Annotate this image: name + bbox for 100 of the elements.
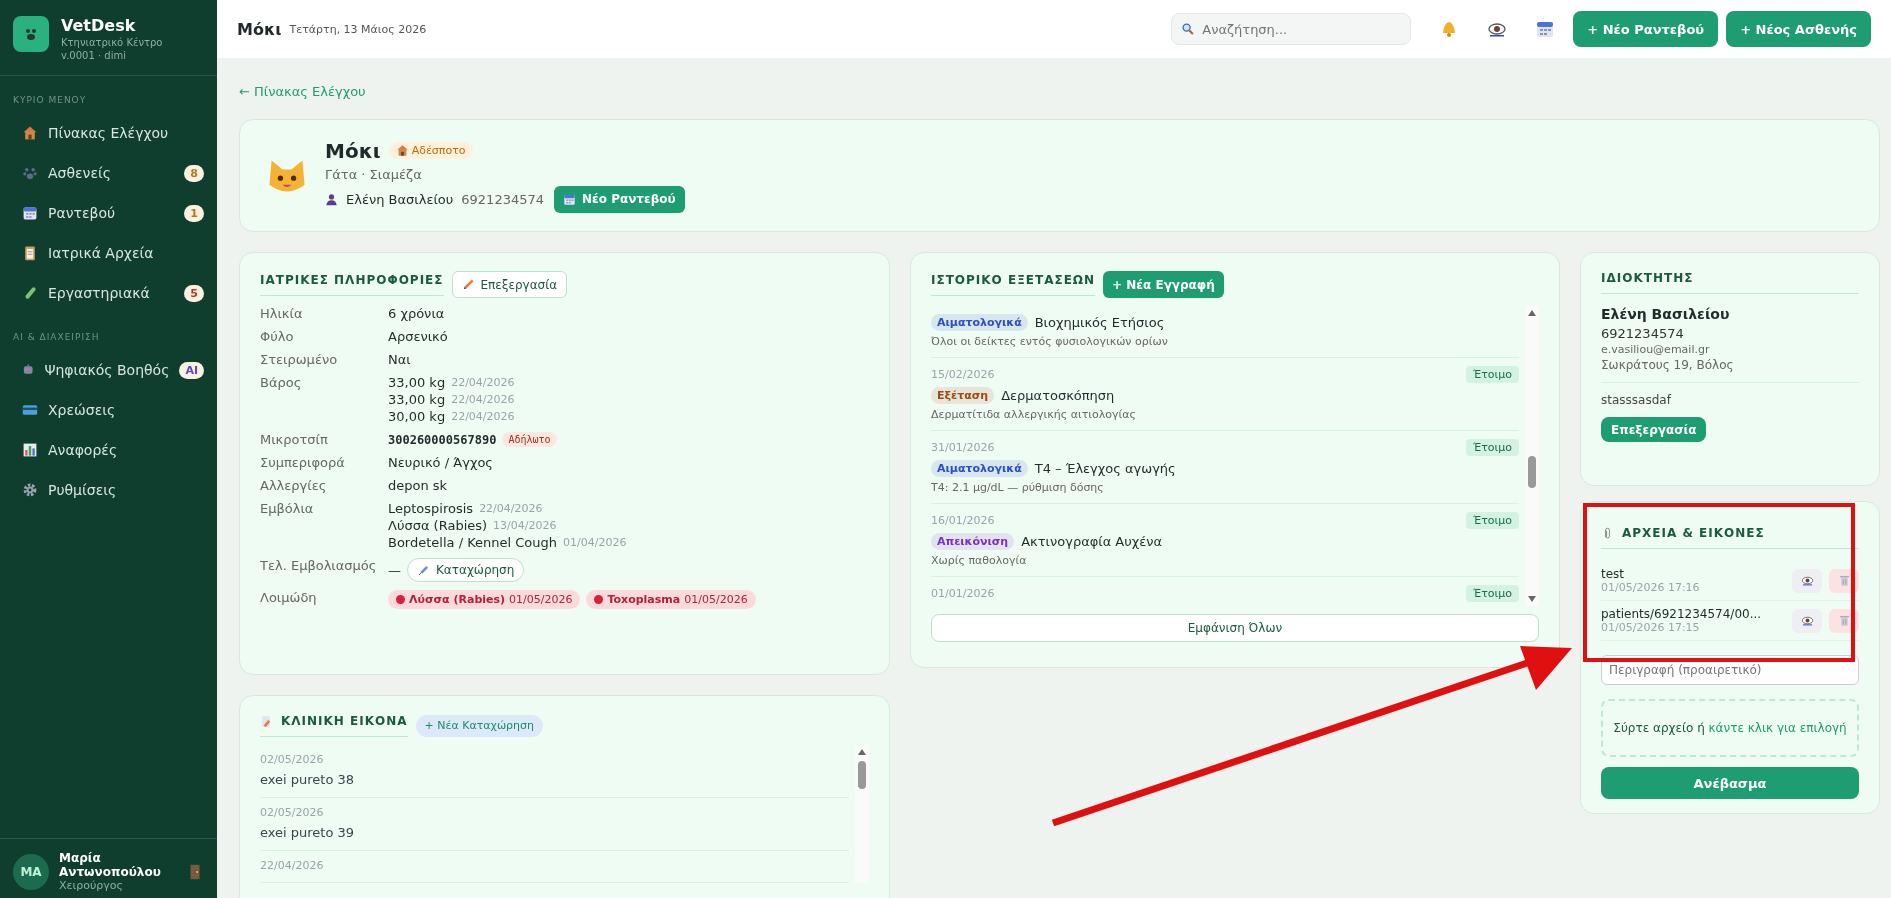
search-field[interactable]: Αναζήτηση... (1171, 13, 1412, 45)
field-value: 30,00 kg (388, 409, 446, 424)
owner-email: e.vasiliou@email.gr (1601, 343, 1711, 356)
file-date: 01/05/2026 17:15 (1601, 621, 1701, 634)
entry-date: 22/04/2026 (451, 376, 515, 389)
field-label: Μικροτσίπ (260, 432, 329, 447)
user-avatar: MA (13, 853, 49, 890)
section-title: ΚΛΙΝΙΚΗ ΕΙΚΟΝΑ (260, 714, 408, 737)
calendar-icon[interactable] (1535, 19, 1556, 39)
status-badge: Έτοιμο (1466, 366, 1519, 383)
sidebar-item[interactable]: Ρυθμίσεις (0, 470, 217, 510)
status-badge: Αδήλωτο (502, 432, 557, 447)
owner-phone: 6921234574 (1601, 326, 1685, 341)
trash-icon (1837, 614, 1851, 627)
exam-date: 01/01/2026 (931, 587, 995, 600)
field-label: Φύλο (260, 329, 295, 344)
pencil-icon (461, 278, 475, 291)
settings-icon (22, 482, 38, 498)
file-name: patients/6921234574/00... (1601, 607, 1763, 621)
person-icon (325, 192, 338, 206)
category-tag: Αιματολογικά (931, 314, 1028, 331)
drop-instructions: Σύρτε αρχείο ή κάντε κλικ για επιλογή (1613, 720, 1847, 737)
status-badge: Έτοιμο (1466, 439, 1519, 456)
view-button[interactable] (1792, 568, 1822, 593)
owner-name: Ελένη Βασιλείου (346, 191, 454, 207)
sidebar-item[interactable]: Εργαστηριακά 5 (0, 273, 217, 313)
drop-zone[interactable]: Σύρτε αρχείο ή κάντε κλικ για επιλογή (1601, 699, 1859, 757)
owner-address: Σωκράτους 19, Βόλος (1601, 358, 1859, 383)
entry-date: 22/04/2026 (451, 410, 515, 423)
entry-date: 13/04/2026 (493, 519, 557, 532)
field-value: depon sk (388, 478, 449, 493)
entry-date: 02/05/2026 (260, 753, 325, 766)
scrollbar[interactable] (1525, 306, 1539, 606)
infection-tag: Toxoplasma 01/05/2026 (586, 590, 756, 609)
sidebar-item[interactable]: Ψηφιακός Βοηθός AI (0, 350, 217, 390)
sidebar-item[interactable]: Πίνακας Ελέγχου (0, 113, 217, 153)
trash-icon (1837, 574, 1851, 587)
field-label: Αλλεργίες (260, 478, 328, 493)
card-icon (22, 402, 38, 418)
field-label: Συμπεριφορά (260, 455, 346, 470)
sidebar-item[interactable]: Ραντεβού 1 (0, 193, 217, 233)
exam-title: Ακτινογραφία Αυχένα (1021, 534, 1163, 549)
page-date: Τετάρτη, 13 Μάιος 2026 (289, 22, 427, 36)
paw-icon (22, 165, 38, 181)
category-tag: Εξέταση (931, 387, 995, 404)
user-role: Χειρούργος (59, 879, 124, 892)
paw-logo-icon (13, 16, 49, 52)
infection-tag: Λύσσα (Rabies) 01/05/2026 (388, 590, 581, 609)
exam-note: Δερματίτιδα αλλεργικής αιτιολογίας (931, 408, 1137, 421)
sidebar-item[interactable]: Ιατρικά Αρχεία (0, 233, 217, 273)
scrollbar[interactable] (855, 745, 869, 883)
calendar-icon (22, 205, 38, 221)
exam-date: 31/01/2026 (931, 441, 995, 454)
edit-button[interactable]: Επεξεργασία (451, 271, 568, 298)
new-entry-button[interactable]: + Νέα Καταχώρηση (415, 714, 543, 737)
show-all-button[interactable]: Εμφάνιση Όλων (931, 614, 1539, 642)
field-label: Τελ. Εμβολιασμός (260, 558, 378, 575)
clipboard-icon (22, 245, 38, 261)
file-name: test (1601, 567, 1626, 581)
section-title: ΙΑΤΡΙΚΕΣ ΠΛΗΡΟΦΟΡΙΕΣ (260, 273, 444, 296)
field-value: 33,00 kg (388, 375, 446, 390)
status-badge: Αδέσποτο (388, 142, 473, 159)
user-name: Μαρία Αντωνοπούλου (59, 851, 162, 879)
field-value: 33,00 kg (388, 392, 446, 407)
field-label: Στειρωμένο (260, 352, 339, 367)
exam-title: T4 – Έλεγχος αγωγής (1034, 461, 1176, 476)
entry-date: 22/04/2026 (451, 393, 515, 406)
search-icon (1181, 22, 1196, 36)
count-badge: 8 (184, 164, 204, 182)
field-value: Ναι (388, 352, 412, 367)
sidebar-item[interactable]: Χρεώσεις (0, 390, 217, 430)
owner-note: stasssasdaf (1601, 393, 1673, 407)
field-label: Βάρος (260, 375, 303, 392)
record-button[interactable]: Καταχώρηση (407, 558, 525, 582)
entry-date: 01/04/2026 (563, 536, 627, 549)
entry-text: exei pureto 39 (260, 825, 356, 840)
house-icon (395, 144, 409, 157)
category-tag: Αιματολογικά (931, 460, 1028, 477)
sidebar-item[interactable]: Αναφορές (0, 430, 217, 470)
field-value: 6 χρόνια (388, 306, 446, 321)
exam-note: Όλοι οι δείκτες εντός φυσιολογικών ορίων (931, 335, 1169, 348)
entry-date: 02/05/2026 (260, 806, 325, 819)
field-label: Λοιμώδη (260, 590, 318, 607)
sidebar-item[interactable]: Ασθενείς 8 (0, 153, 217, 193)
app-name: VetDesk (61, 16, 137, 35)
field-value: Νευρικό / Άγχος (388, 455, 494, 470)
microchip-number: 300260000567890 (388, 432, 497, 447)
count-badge: 1 (184, 204, 204, 222)
entry-date: 22/04/2026 (479, 502, 543, 515)
note-icon (260, 714, 273, 728)
calendar-icon (563, 192, 576, 206)
view-button[interactable] (1792, 608, 1822, 633)
exam-title: Βιοχημικός Ετήσιος (1034, 315, 1165, 330)
count-badge: AI (179, 361, 204, 379)
exam-title: Δερματοσκόπηση (1001, 388, 1115, 403)
field-value: Bordetella / Kennel Cough (388, 535, 558, 550)
exam-date: 15/02/2026 (931, 368, 995, 381)
patient-species: Γάτα · Σιαμέζα (325, 166, 423, 182)
owner-phone: 6921234574 (461, 191, 544, 207)
file-date: 01/05/2026 17:16 (1601, 581, 1701, 594)
